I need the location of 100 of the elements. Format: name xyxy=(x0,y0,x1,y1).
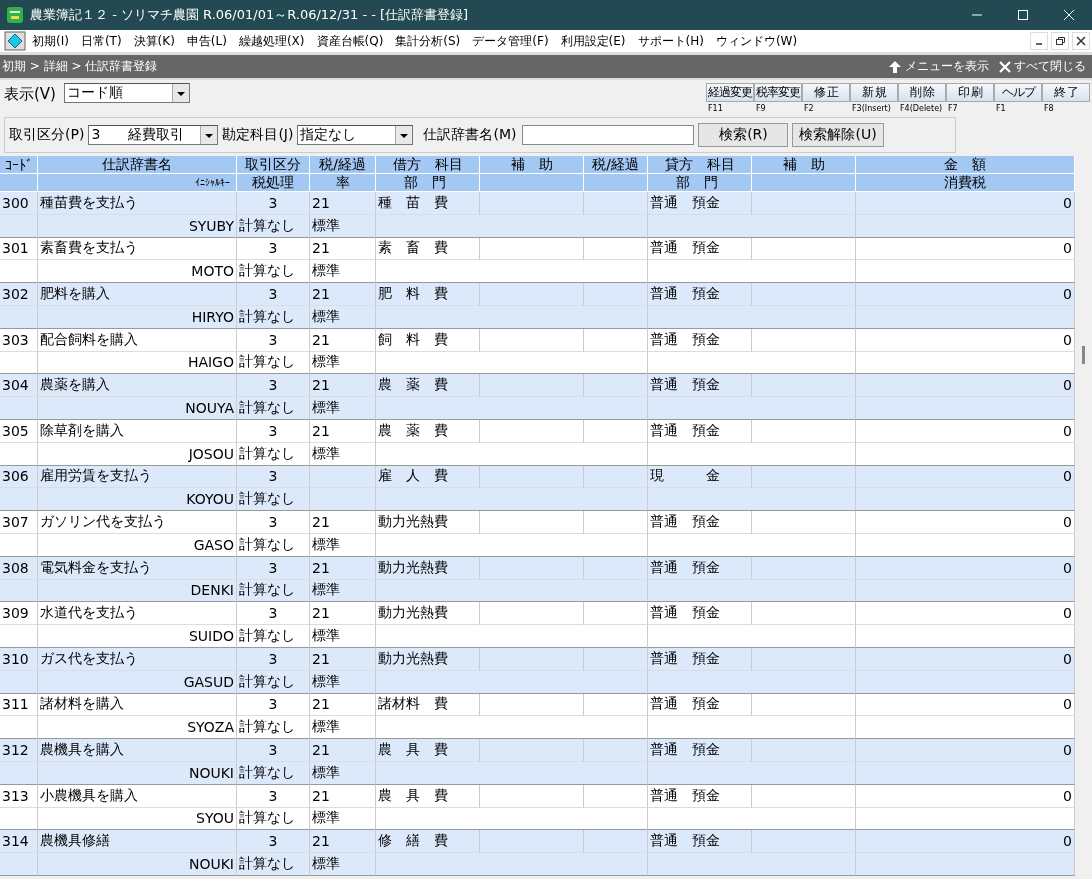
toolbar-button[interactable]: 税率変更 xyxy=(754,83,802,102)
table-cell: 21 xyxy=(310,739,376,762)
restore-icon[interactable] xyxy=(1051,32,1069,50)
table-cell: 標準 xyxy=(310,214,376,238)
table-cell: 310 xyxy=(0,647,38,671)
table-cell: 農薬を購入 xyxy=(38,374,237,398)
menu-item[interactable]: 日常(T) xyxy=(74,32,128,50)
menu-item[interactable]: 集計分析(S) xyxy=(389,32,467,50)
menu-item[interactable]: ウィンドウ(W) xyxy=(709,32,804,50)
table-cell: 標準 xyxy=(310,442,376,466)
table-cell: 標準 xyxy=(310,716,376,740)
table-cell: 計算なし xyxy=(237,579,310,603)
nav-link[interactable]: すべて閉じる xyxy=(1014,58,1086,75)
name-search-field[interactable] xyxy=(522,125,695,145)
shortcut-label: F2 xyxy=(803,104,815,113)
search-button[interactable]: 検索(R) xyxy=(698,123,789,147)
table-cell: 21 xyxy=(310,602,376,626)
table-cell: DENKI xyxy=(38,579,237,603)
menu-item[interactable]: 利用設定(E) xyxy=(554,32,632,50)
menu-item[interactable]: 繰越処理(X) xyxy=(232,32,311,50)
menu-item[interactable]: 資産台帳(Q) xyxy=(310,32,390,50)
table-cell: 21 xyxy=(310,328,376,352)
table-cell: 素畜費を支払う xyxy=(38,237,237,261)
column-header: 税/経過 xyxy=(584,156,648,174)
close-icon[interactable] xyxy=(1072,32,1090,50)
table-cell: NOUYA xyxy=(38,397,237,420)
table-cell: 3 xyxy=(237,328,310,352)
table-cell: 312 xyxy=(0,739,38,762)
table-cell: 普通 預金 xyxy=(648,602,752,626)
menu-item[interactable]: 申告(L) xyxy=(180,32,233,50)
table-cell: 計算なし xyxy=(237,488,310,512)
table-cell: 0 xyxy=(856,328,1075,352)
table-cell: 標準 xyxy=(310,625,376,648)
view-dropdown[interactable]: コード順 xyxy=(63,83,190,103)
nav-link[interactable]: メニューを表示 xyxy=(905,58,989,75)
type-dropdown[interactable]: 3 経費取引 xyxy=(88,125,219,145)
table-cell: 309 xyxy=(0,602,38,626)
table-cell: 標準 xyxy=(310,306,376,329)
minimize-icon[interactable] xyxy=(1030,32,1048,50)
clear-search-button[interactable]: 検索解除(U) xyxy=(792,123,884,147)
table-cell: 300 xyxy=(0,192,38,215)
column-header: 貸方 科目 xyxy=(648,156,752,174)
toolbar-button[interactable]: 削 除 xyxy=(898,83,946,102)
column-header: 補 助 xyxy=(752,156,856,174)
table-cell: 0 xyxy=(856,556,1075,580)
table-cell: 21 xyxy=(310,419,376,443)
menu-item[interactable]: サポート(H) xyxy=(631,32,710,50)
table-cell: 雇用労賃を支払う xyxy=(38,465,237,489)
table-cell: 3 xyxy=(237,465,310,489)
table-cell: SYOZA xyxy=(38,716,237,740)
column-header: 率 xyxy=(310,174,376,192)
table-cell xyxy=(0,853,38,876)
table-cell xyxy=(0,761,38,785)
menu-item[interactable]: データ管理(F) xyxy=(466,32,555,50)
table-cell: 飼 料 費 xyxy=(376,328,480,352)
table-cell xyxy=(584,511,648,534)
table-cell: 0 xyxy=(856,647,1075,671)
toolbar-button[interactable]: 新 規 xyxy=(850,83,898,102)
table-cell xyxy=(584,693,648,717)
table-cell: 標準 xyxy=(310,853,376,876)
table-cell xyxy=(0,442,38,466)
diamond-icon[interactable] xyxy=(4,31,26,51)
filter-label: 取引区分(P) xyxy=(9,126,85,144)
table-cell: 農機具修繕 xyxy=(38,830,237,854)
column-header: 取引区分 xyxy=(237,156,310,174)
table-cell: 現 金 xyxy=(648,465,752,489)
table-cell: 計算なし xyxy=(237,214,310,238)
table-cell: 標準 xyxy=(310,579,376,603)
table-cell xyxy=(0,488,38,512)
toolbar-button[interactable]: ヘルプ xyxy=(994,83,1042,102)
menu-item[interactable]: 決算(K) xyxy=(127,32,181,50)
table-cell: 304 xyxy=(0,374,38,398)
toolbar-button[interactable]: 経過変更 xyxy=(706,83,754,102)
column-header: 金 額 xyxy=(856,156,1075,174)
column-header: 借方 科目 xyxy=(376,156,480,174)
table-cell: 肥料を購入 xyxy=(38,283,237,306)
table-cell: 3 xyxy=(237,602,310,626)
table-cell: 諸材料 費 xyxy=(376,693,480,717)
table-cell xyxy=(584,192,648,215)
table-cell: 305 xyxy=(0,419,38,443)
table-cell: 普通 預金 xyxy=(648,328,752,352)
table-cell: 素 畜 費 xyxy=(376,237,480,261)
toolbar-button[interactable]: 終 了 xyxy=(1042,83,1090,102)
toolbar-button[interactable]: 修 正 xyxy=(802,83,850,102)
table-cell: 普通 預金 xyxy=(648,693,752,717)
table-cell: 動力光熱費 xyxy=(376,602,480,626)
toolbar-button[interactable]: 印 刷 xyxy=(946,83,994,102)
up-arrow-icon xyxy=(888,59,902,74)
table-cell xyxy=(584,784,648,808)
menu-item[interactable]: 初期(I) xyxy=(26,32,75,50)
table-cell xyxy=(584,283,648,306)
account-dropdown[interactable]: 指定なし xyxy=(297,125,414,145)
table-cell: 普通 預金 xyxy=(648,419,752,443)
table-cell: ガソリン代を支払う xyxy=(38,511,237,534)
shortcut-label: F7 xyxy=(947,104,959,113)
scroll-thumb[interactable] xyxy=(1082,346,1085,364)
table-cell: 21 xyxy=(310,283,376,306)
table-cell xyxy=(584,602,648,626)
shortcut-label: F8 xyxy=(1043,104,1055,113)
table-cell xyxy=(0,670,38,694)
